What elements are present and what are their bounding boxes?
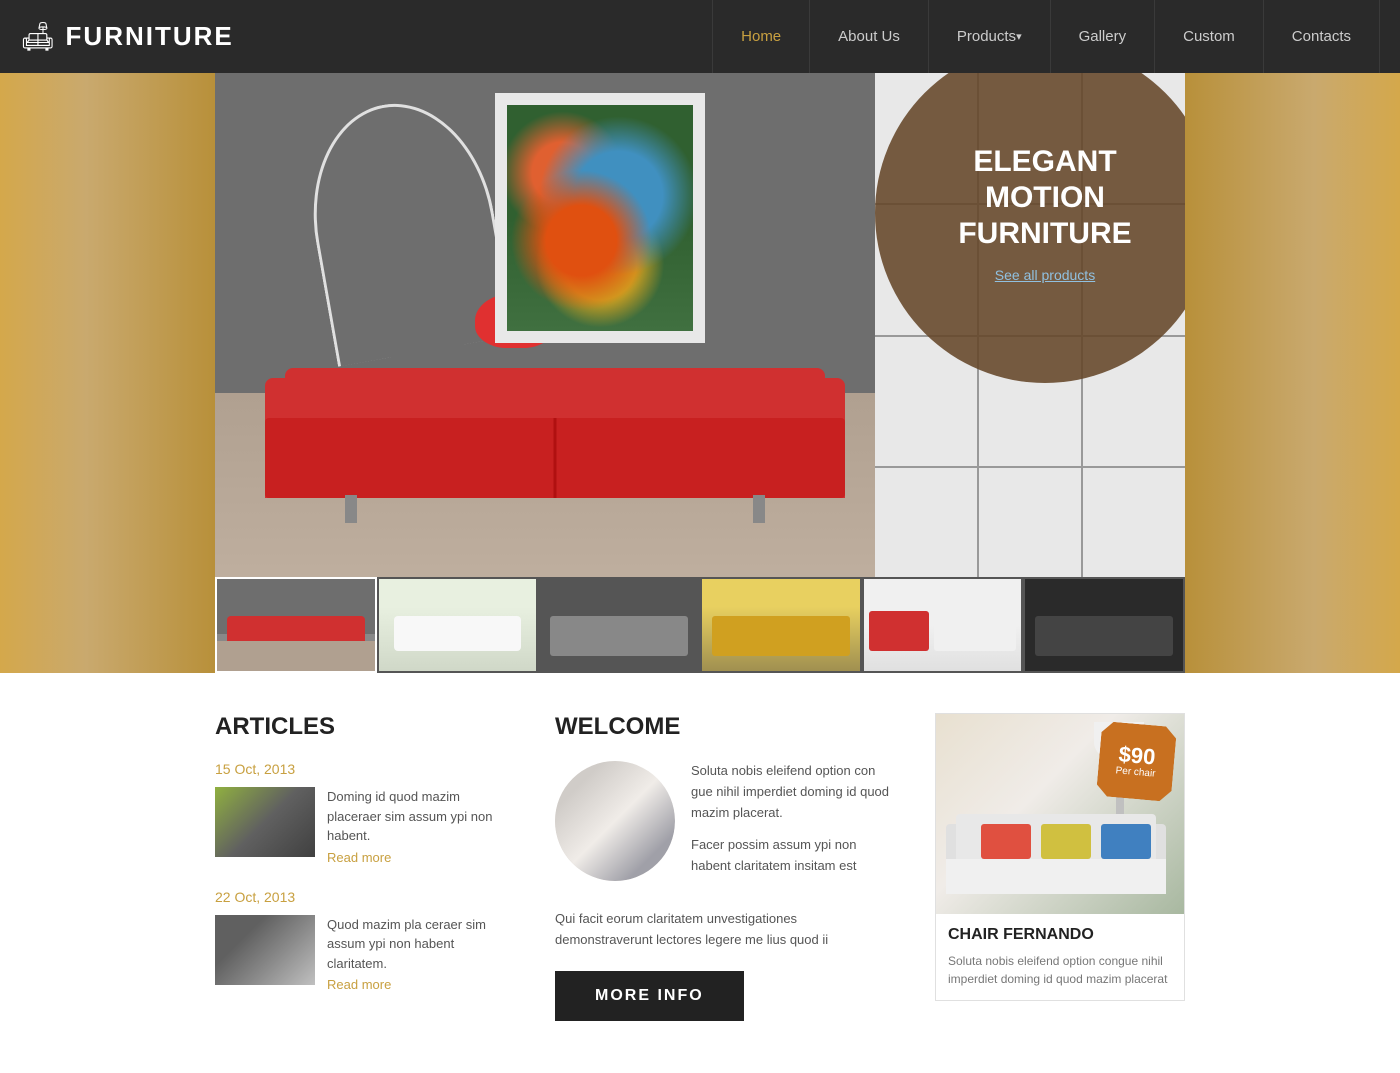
p-pillow-red [981, 824, 1031, 859]
article-2: 22 Oct, 2013 Quod mazim pla ceraer sim a… [215, 889, 515, 993]
welcome-text-area: Soluta nobis eleifend option con gue nih… [691, 761, 895, 889]
article-1-date: 15 Oct, 2013 [215, 761, 515, 777]
sofa-leg-right [753, 495, 765, 523]
hero-section: ELEGANT MOTION FURNITURE See all product… [0, 73, 1400, 673]
logo-icon: 🛋 [20, 20, 56, 53]
product-info: CHAIR FERNANDO Soluta nobis eleifend opt… [936, 914, 1184, 1000]
header: 🛋 FURNITURE Home About Us Products Galle… [0, 0, 1400, 73]
product-card: $90 Per chair CHAIR FERNANDO Soluta nobi… [935, 713, 1185, 1001]
product-sofa [946, 814, 1166, 894]
welcome-title: WELCOME [555, 713, 895, 741]
hero-wood-right [1185, 73, 1400, 673]
hero-tagline: ELEGANT MOTION FURNITURE [958, 144, 1131, 252]
article-2-read-more[interactable]: Read more [327, 977, 515, 992]
hero-right-panel: ELEGANT MOTION FURNITURE See all product… [875, 73, 1185, 598]
nav-about[interactable]: About Us [810, 0, 929, 73]
articles-title: ARTICLES [215, 713, 515, 741]
welcome-para-1: Soluta nobis eleifend option con gue nih… [691, 761, 895, 823]
product-image-area: $90 Per chair [936, 714, 1184, 914]
p-pillow-yellow [1041, 824, 1091, 859]
more-info-button[interactable]: MORE INFO [555, 971, 744, 1021]
thumb-4[interactable] [700, 577, 862, 673]
price-amount: $90 [1118, 743, 1156, 768]
hero-main: ELEGANT MOTION FURNITURE See all product… [215, 73, 1185, 598]
welcome-para-2: Facer possim assum ypi non habent clarit… [691, 835, 895, 877]
nav-home[interactable]: Home [712, 0, 810, 73]
hero-wood-left [0, 73, 215, 673]
nav-gallery[interactable]: Gallery [1051, 0, 1156, 73]
welcome-content: Soluta nobis eleifend option con gue nih… [555, 761, 895, 889]
welcome-bottom-text: Qui facit eorum claritatem unvestigation… [555, 909, 895, 951]
main-content: ARTICLES 15 Oct, 2013 Doming id quod maz… [0, 673, 1400, 1073]
sofa-divider [554, 418, 557, 498]
logo-text: FURNITURE [66, 21, 234, 52]
product-name: CHAIR FERNANDO [948, 926, 1172, 944]
article-1-text: Doming id quod mazim placeraer sim assum… [327, 787, 515, 846]
p-sofa-seat [946, 859, 1166, 894]
thumb-1[interactable] [215, 577, 377, 673]
nav-products[interactable]: Products [929, 0, 1051, 73]
hero-sofa [265, 343, 845, 523]
nav-custom[interactable]: Custom [1155, 0, 1264, 73]
price-label: Per chair [1115, 765, 1156, 779]
hero-sofa-area [215, 73, 875, 598]
welcome-section: WELCOME Soluta nobis eleifend option con… [555, 713, 895, 1033]
hero-see-all-link[interactable]: See all products [995, 267, 1095, 283]
article-1-item: Doming id quod mazim placeraer sim assum… [215, 787, 515, 865]
article-1: 15 Oct, 2013 Doming id quod mazim placer… [215, 761, 515, 865]
article-2-body: Quod mazim pla ceraer sim assum ypi non … [327, 915, 515, 993]
price-badge: $90 Per chair [1096, 721, 1177, 802]
article-2-text: Quod mazim pla ceraer sim assum ypi non … [327, 915, 515, 974]
product-desc: Soluta nobis eleifend option congue nihi… [948, 952, 1172, 988]
articles-section: ARTICLES 15 Oct, 2013 Doming id quod maz… [215, 713, 515, 1033]
thumb-3[interactable] [538, 577, 700, 673]
product-section: $90 Per chair CHAIR FERNANDO Soluta nobi… [935, 713, 1185, 1033]
article-2-item: Quod mazim pla ceraer sim assum ypi non … [215, 915, 515, 993]
article-2-date: 22 Oct, 2013 [215, 889, 515, 905]
article-2-thumb [215, 915, 315, 985]
article-1-read-more[interactable]: Read more [327, 850, 515, 865]
welcome-chair-img-inner [555, 761, 675, 881]
welcome-chair-image [555, 761, 675, 881]
sofa-leg-left [345, 495, 357, 523]
nav-contacts[interactable]: Contacts [1264, 0, 1380, 73]
article-1-thumb [215, 787, 315, 857]
hero-thumbnails [215, 577, 1185, 673]
art-frame [495, 93, 705, 343]
logo-area: 🛋 FURNITURE [20, 20, 234, 53]
thumb-6[interactable] [1023, 577, 1185, 673]
art-flowers [507, 105, 693, 331]
thumb-2[interactable] [377, 577, 539, 673]
p-pillow-blue [1101, 824, 1151, 859]
article-1-body: Doming id quod mazim placeraer sim assum… [327, 787, 515, 865]
thumb-5[interactable] [862, 577, 1024, 673]
main-nav: Home About Us Products Gallery Custom Co… [712, 0, 1380, 73]
